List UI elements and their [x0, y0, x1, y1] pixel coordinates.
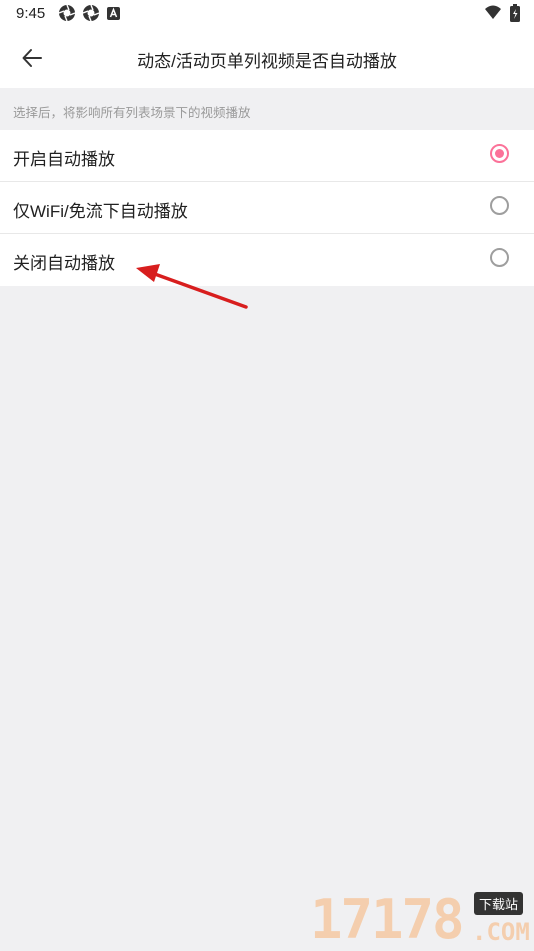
status-icons-left — [58, 4, 122, 22]
status-bar: 9:45 — [0, 0, 534, 28]
hint-text: 选择后，将影响所有列表场景下的视频播放 — [13, 106, 251, 120]
hint-section: 选择后，将影响所有列表场景下的视频播放 — [0, 88, 534, 130]
wifi-icon — [485, 5, 501, 19]
battery-icon — [510, 4, 520, 22]
app-bar: 动态/活动页单列视频是否自动播放 — [0, 28, 534, 88]
radio-unchecked-icon[interactable] — [490, 196, 509, 215]
option-label: 开启自动播放 — [13, 150, 115, 169]
option-autoplay-on[interactable]: 开启自动播放 — [0, 130, 534, 182]
a-icon — [107, 7, 120, 20]
aperture-icon — [82, 4, 100, 22]
option-autoplay-off[interactable]: 关闭自动播放 — [0, 234, 534, 286]
autoplay-options: 开启自动播放 仅WiFi/免流下自动播放 关闭自动播放 — [0, 130, 534, 286]
status-icons-right — [484, 4, 520, 22]
page-title: 动态/活动页单列视频是否自动播放 — [137, 52, 397, 71]
watermark-suffix: .COM — [472, 918, 530, 946]
radio-unchecked-icon[interactable] — [490, 248, 509, 267]
back-button[interactable] — [12, 38, 52, 78]
watermark-number: 17178 — [310, 888, 465, 951]
red-arrow-annotation-icon — [136, 264, 248, 309]
arrow-left-icon — [22, 49, 42, 67]
watermark-logo: 17178 下载站 .COM — [310, 888, 534, 951]
watermark-badge: 下载站 — [474, 892, 524, 915]
option-label: 关闭自动播放 — [13, 254, 115, 273]
status-time: 9:45 — [16, 5, 46, 22]
radio-checked-icon[interactable] — [490, 144, 509, 163]
aperture-icon — [58, 4, 76, 22]
option-autoplay-wifi-only[interactable]: 仅WiFi/免流下自动播放 — [0, 182, 534, 234]
option-label: 仅WiFi/免流下自动播放 — [13, 202, 188, 221]
